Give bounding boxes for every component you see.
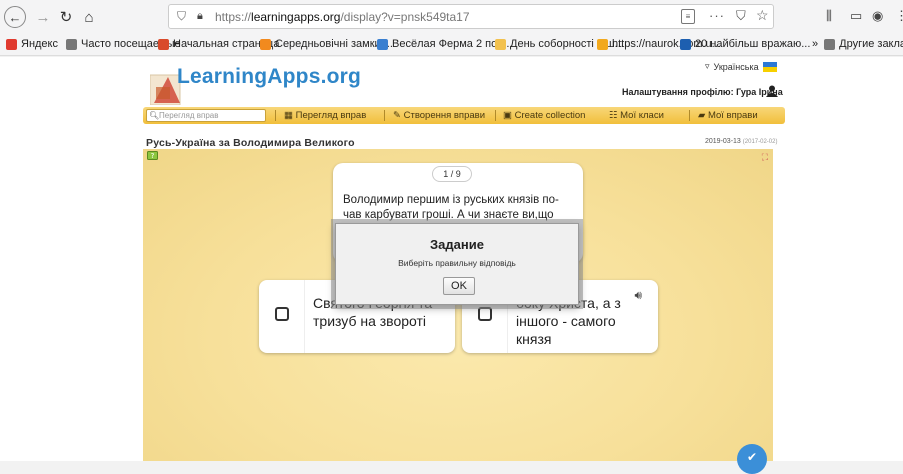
exercise-date: 2019-03-13 (2017-02-02) [705, 138, 778, 145]
pocket-icon[interactable]: ⛉ [736, 8, 746, 24]
bookmark-star-icon[interactable]: ☆ [756, 7, 769, 24]
naurok-icon [597, 38, 608, 50]
yandex-icon [6, 38, 17, 50]
url-text[interactable]: https://learningapps.org/display?v=pnsk5… [215, 10, 470, 24]
dialog-title: Задание [430, 237, 484, 252]
language-selector[interactable]: ▿ Українська [705, 61, 777, 72]
question-counter: 1 / 9 [432, 166, 472, 182]
alert-dialog: Задание Виберіть правильну відповідь OK [335, 223, 579, 305]
bookmark-other[interactable]: »Другие заклад [812, 38, 903, 50]
menu-divider [689, 110, 690, 121]
profile-settings-link[interactable]: Налаштування профілю: Гура Ірина [622, 87, 783, 97]
chevron-down-icon: ▿ [705, 61, 710, 71]
answer-checkbox[interactable] [478, 307, 492, 321]
pencil-icon: ✎ [393, 110, 404, 121]
url-path: /display?v=pnsk549ta17 [340, 9, 470, 24]
search-input[interactable]: 🔍︎ Перегляд вправ [146, 109, 266, 122]
answer-divider [304, 280, 305, 353]
bookmark-20-most[interactable]: 20 найбільш вражаю... [680, 38, 810, 50]
url-prefix: https:// [215, 9, 252, 24]
folder-icon [495, 38, 506, 50]
back-button[interactable]: ← [4, 6, 26, 28]
menu-divider [384, 110, 385, 121]
question-text: Володимир першим із руських князів по-ча… [343, 194, 559, 221]
collection-icon: ▣ [503, 110, 515, 121]
menu-create-collection[interactable]: ▣ Create collection [503, 110, 585, 121]
fullscreen-icon[interactable]: ⛶ [762, 152, 768, 163]
page-actions-button[interactable]: ··· [709, 8, 725, 23]
answer-checkbox[interactable] [275, 307, 289, 321]
bookmark-yandex[interactable]: Яндекс [6, 38, 58, 50]
site-icon [680, 38, 691, 50]
account-icon[interactable]: ◉ [872, 8, 883, 24]
address-bar[interactable]: ⛉ 🔒︎ https://learningapps.org/display?v=… [168, 4, 774, 29]
library-icon[interactable]: ⫼ [826, 8, 832, 24]
shield-icon[interactable]: ⛉ [177, 9, 191, 24]
lock-icon[interactable]: 🔒︎ [197, 10, 209, 23]
dialog-message: Виберіть правильну відповідь [398, 258, 516, 268]
chevron-double-right-icon: » [812, 38, 819, 50]
exercise-title: Русь-Україна за Володимира Великого [146, 137, 355, 149]
arrow-left-icon: ← [8, 9, 22, 25]
menu-my-classes[interactable]: ☷ Мої класи [609, 110, 664, 121]
menu-divider [495, 110, 496, 121]
checkmark-icon: ✔ [746, 450, 758, 464]
reload-button[interactable]: ↻ [55, 6, 77, 28]
search-icon: 🔍︎ [149, 111, 160, 120]
user-icon[interactable] [766, 85, 778, 97]
reload-icon: ↻ [59, 9, 73, 26]
forward-button[interactable]: → [32, 6, 54, 28]
svg-text:?: ? [151, 152, 155, 160]
folder-icon [824, 38, 836, 50]
menu-create-exercise[interactable]: ✎ Створення вправи [393, 110, 485, 121]
bookmark-farm[interactable]: Весёлая Ферма 2 пол... [377, 38, 513, 50]
site-menu-bar: 🔍︎ Перегляд вправ ▦ Перегляд вправ ✎ Ств… [143, 107, 785, 124]
home-button[interactable]: ⌂ [78, 6, 100, 28]
menu-my-exercises[interactable]: ▰ Мої вправи [698, 110, 758, 121]
menu-divider [275, 110, 276, 121]
exercise-app-area: ? ⛶ 1 / 9 Володимир першим із руських кн… [143, 149, 773, 461]
site-icon [260, 38, 271, 50]
folder-icon: ▰ [698, 110, 708, 121]
site-logo-text[interactable]: LearningApps.org [177, 65, 361, 89]
menu-icon[interactable]: ⋮ [895, 8, 903, 24]
grid-icon: ▦ [284, 110, 296, 121]
ukraine-flag-icon [762, 61, 777, 72]
gear-icon [66, 38, 77, 50]
url-host: learningapps.org [251, 9, 341, 24]
menu-browse-exercises[interactable]: ▦ Перегляд вправ [284, 110, 366, 121]
ok-button[interactable]: OK [443, 277, 475, 295]
bookmarks-toolbar: Яндекс Часто посещаемые Начальная страни… [0, 34, 903, 56]
list-icon: ☷ [609, 110, 621, 121]
hint-icon[interactable]: ? [147, 151, 158, 162]
check-answer-button[interactable]: ✔ [737, 444, 767, 474]
reader-view-icon[interactable]: ≡ [681, 9, 695, 24]
audio-icon[interactable]: 🔊︎ [634, 288, 642, 303]
bookmark-castles[interactable]: Середньовічні замки ... [260, 38, 393, 50]
browser-toolbar: ← → ↻ ⌂ ⛉ 🔒︎ https://learningapps.org/di… [0, 0, 903, 34]
image-icon [377, 38, 388, 50]
sidebar-icon[interactable]: ▭ [850, 8, 862, 24]
home-icon: ⌂ [84, 8, 94, 26]
arrow-right-icon: → [35, 8, 51, 26]
firefox-icon [158, 38, 169, 50]
